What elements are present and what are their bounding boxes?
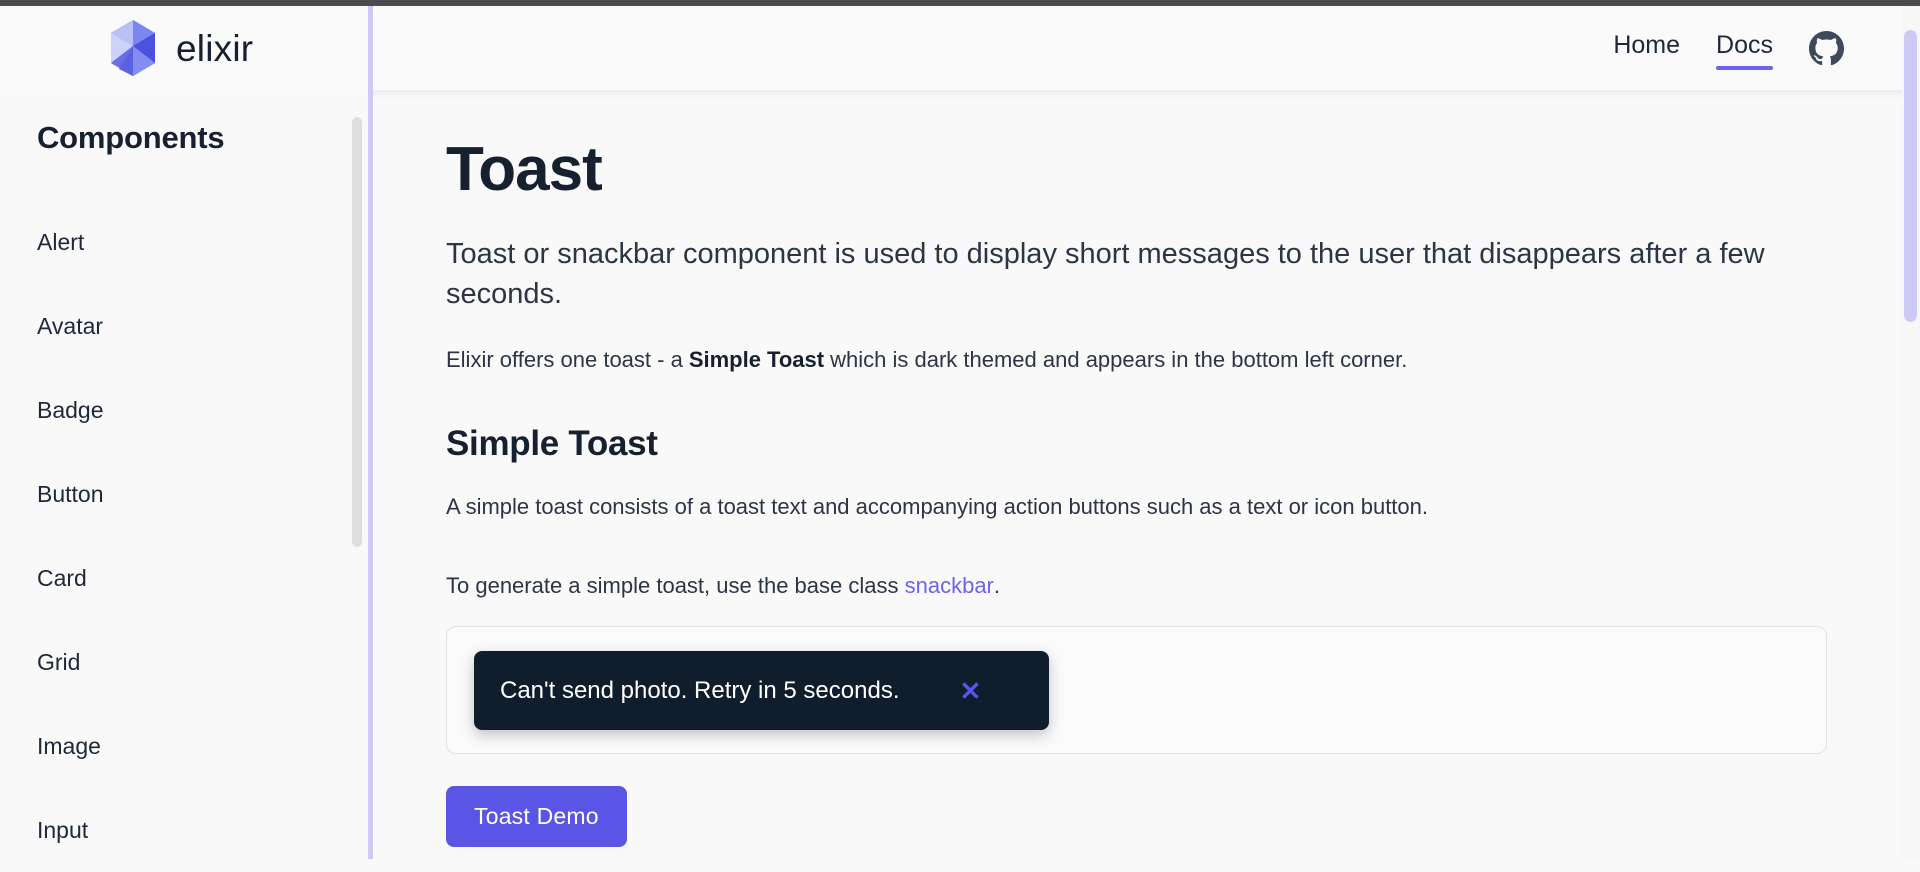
sidebar-title: Components xyxy=(37,120,225,155)
usage-prefix: To generate a simple toast, use the base… xyxy=(446,573,899,599)
sidebar-item-label: Image xyxy=(37,732,101,759)
brand-bar[interactable]: elixir xyxy=(0,6,371,99)
sidebar-item-avatar[interactable]: Avatar xyxy=(0,284,371,368)
gem-logo-icon xyxy=(111,20,155,76)
nav-link-docs[interactable]: Docs xyxy=(1716,31,1773,70)
left-column: elixir Components Alert Avatar Badge But… xyxy=(0,6,371,859)
top-navigation: Home Docs xyxy=(373,6,1920,99)
intro-prefix: Elixir offers one toast - a xyxy=(446,347,683,373)
sidebar-item-label: Alert xyxy=(37,228,85,255)
intro-strong-term: Simple Toast xyxy=(688,347,825,373)
sidebar-item-label: Badge xyxy=(37,396,104,423)
snackbar-class-link[interactable]: snackbar xyxy=(905,573,994,598)
sidebar-item-card[interactable]: Card xyxy=(0,536,371,620)
sidebar-item-badge[interactable]: Badge xyxy=(0,368,371,452)
intro-paragraph: Elixir offers one toast - a Simple Toast w… xyxy=(446,343,1844,376)
usage-paragraph: To generate a simple toast, use the base… xyxy=(446,569,1844,602)
sidebar-item-label: Button xyxy=(37,480,104,507)
sidebar-item-input[interactable]: Input xyxy=(0,788,371,872)
sidebar-item-label: Avatar xyxy=(37,312,104,339)
intro-suffix: which is dark themed and appears in the … xyxy=(830,347,1408,373)
right-column: Home Docs Toast Toast or snackbar compon… xyxy=(373,6,1920,859)
page-scrollbar[interactable] xyxy=(1902,6,1920,859)
close-icon[interactable]: ✕ xyxy=(959,678,981,704)
page-scrollbar-thumb[interactable] xyxy=(1904,30,1917,322)
sidebar-item-grid[interactable]: Grid xyxy=(0,620,371,704)
usage-suffix: . xyxy=(993,573,1001,599)
section-title-simple-toast: Simple Toast xyxy=(446,424,658,464)
sidebar-item-button[interactable]: Button xyxy=(0,452,371,536)
nav-link-home[interactable]: Home xyxy=(1613,31,1680,65)
sidebar-scrollbar-thumb[interactable] xyxy=(352,117,362,547)
page-lead-paragraph: Toast or snackbar component is used to d… xyxy=(446,238,1765,310)
documentation-content: Toast Toast or snackbar component is use… xyxy=(373,90,1920,859)
github-icon[interactable] xyxy=(1809,30,1844,66)
sidebar-item-label: Input xyxy=(37,816,89,843)
page-title: Toast xyxy=(446,135,603,204)
app-shell: elixir Components Alert Avatar Badge But… xyxy=(0,6,1920,859)
sidebar-scrollbar[interactable] xyxy=(352,90,362,859)
toast-demo-preview-box: Can't send photo. Retry in 5 seconds. ✕ xyxy=(446,626,1827,755)
sidebar-item-image[interactable]: Image xyxy=(0,704,371,788)
sidebar-item-alert[interactable]: Alert xyxy=(0,200,371,284)
sidebar-item-label: Card xyxy=(37,564,87,591)
toast-snackbar: Can't send photo. Retry in 5 seconds. ✕ xyxy=(474,651,1049,731)
brand-name: elixir xyxy=(176,27,254,69)
sidebar-item-label: Grid xyxy=(37,648,81,675)
section-body-paragraph: A simple toast consists of a toast text … xyxy=(446,494,1428,520)
toast-message: Can't send photo. Retry in 5 seconds. xyxy=(500,676,900,704)
toast-demo-button[interactable]: Toast Demo xyxy=(446,786,627,848)
sidebar: Components Alert Avatar Badge Button Car… xyxy=(0,90,371,859)
